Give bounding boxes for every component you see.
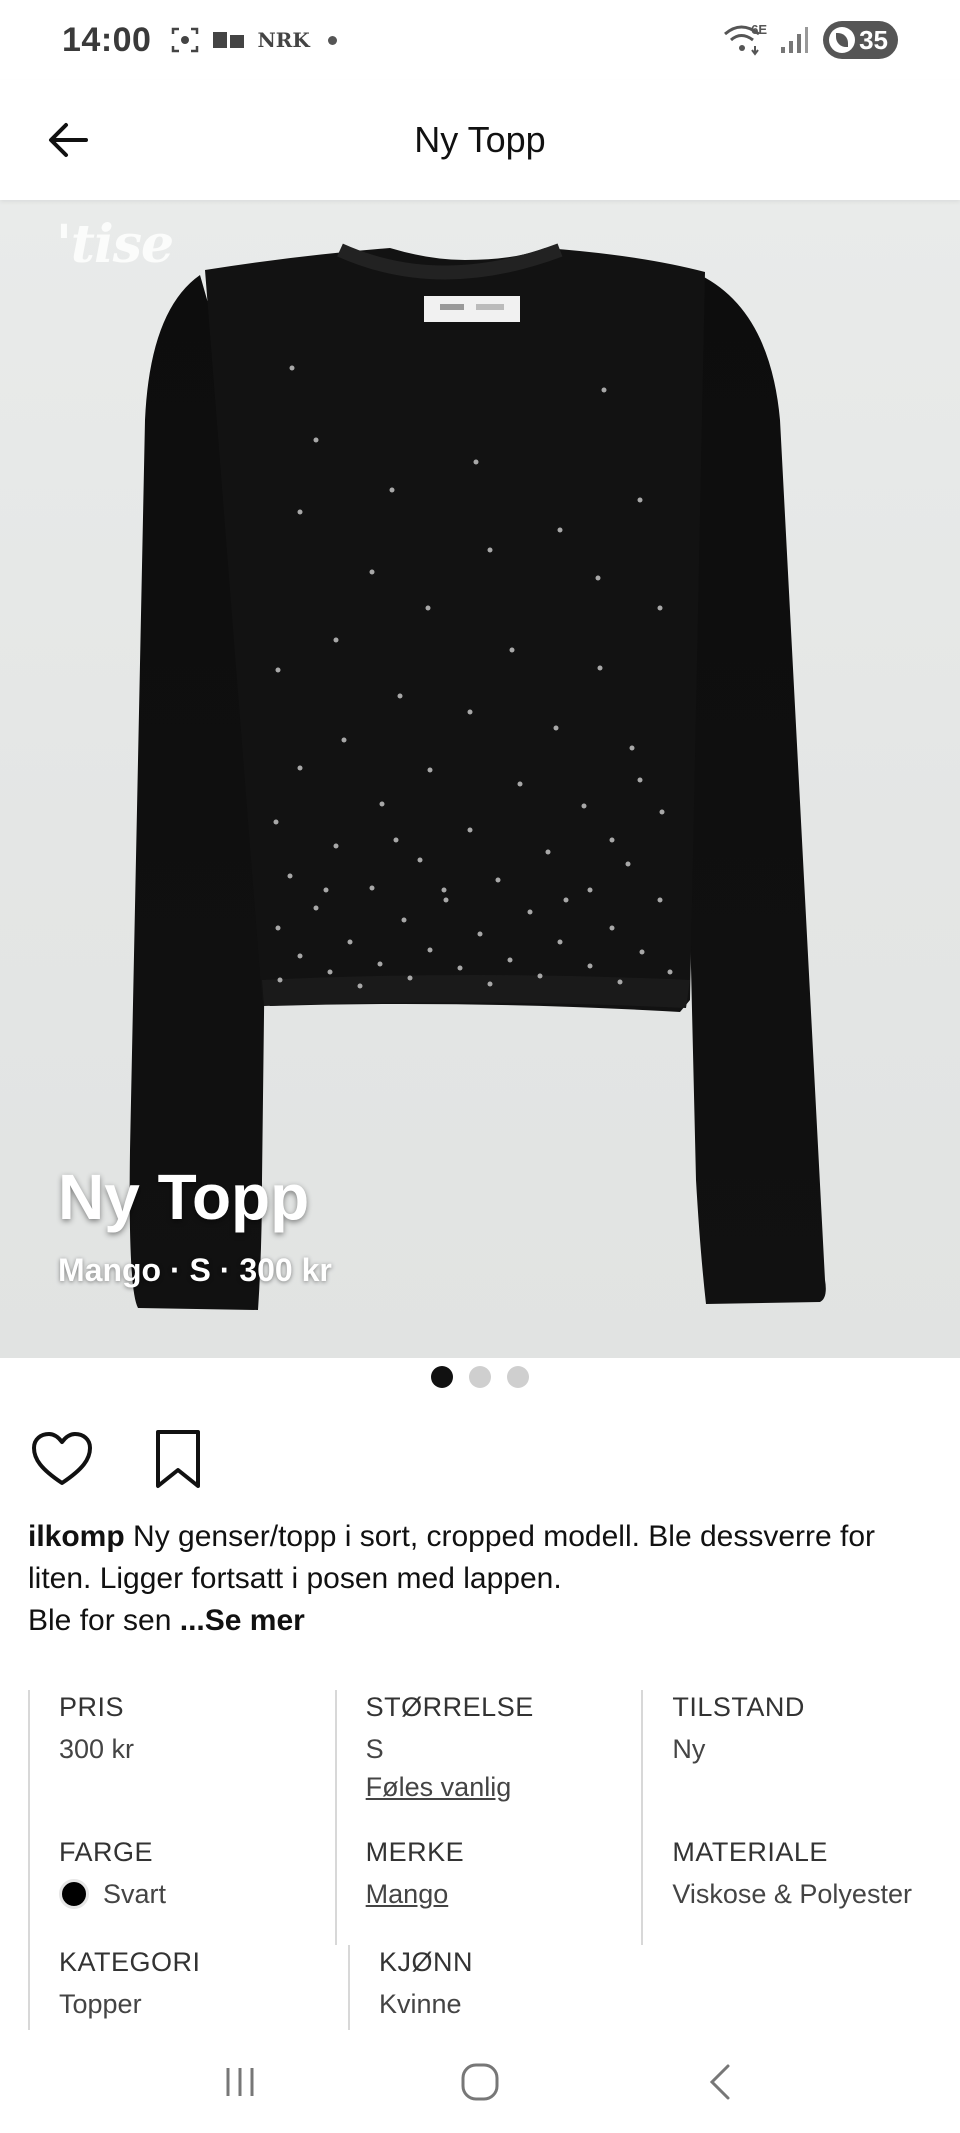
carousel-indicator (0, 1366, 960, 1388)
system-back-button[interactable] (680, 2042, 760, 2122)
detail-value: Kvinne (379, 1989, 462, 2019)
status-bar: 14:00 NRK 6E 35 (0, 0, 960, 80)
detail-value: Viskose & Polyester (672, 1879, 912, 1909)
signal-icon (781, 27, 809, 53)
brand-link[interactable]: Mango (366, 1877, 642, 1911)
home-button[interactable] (440, 2042, 520, 2122)
back-button[interactable] (38, 110, 98, 170)
detail-price: PRIS 300 kr (28, 1690, 335, 1835)
detail-label: PRIS (59, 1692, 125, 1722)
detail-size: STØRRELSE S Føles vanlig (334, 1690, 642, 1835)
hero-subtitle: Mango · S · 300 kr (58, 1252, 332, 1288)
back-nav-icon (709, 2064, 730, 2099)
nrk-icon: NRK (257, 28, 310, 52)
detail-label: MERKE (365, 1837, 465, 1867)
details-row: PRIS 300 kr STØRRELSE S Føles vanlig TIL… (28, 1690, 948, 1835)
arrow-left-icon (49, 123, 88, 157)
detail-value: S (365, 1734, 384, 1764)
carousel-dot-3[interactable] (507, 1366, 529, 1388)
tise-watermark: 'tise (56, 214, 174, 275)
carousel-dot-2[interactable] (469, 1366, 491, 1388)
gallery-icon (213, 32, 245, 48)
battery-level: 35 (859, 24, 888, 55)
detail-value: Svart (59, 1877, 335, 1911)
description-text-line2: Ble for sen (28, 1604, 180, 1637)
recent-apps-icon (226, 2067, 254, 2096)
save-button[interactable] (144, 1425, 212, 1493)
detail-label: STØRRELSE (365, 1692, 534, 1722)
detail-value: 300 kr (59, 1734, 135, 1764)
detail-value: Topper (59, 1989, 142, 2019)
top-app-bar: Ny Topp (0, 80, 960, 200)
item-details: PRIS 300 kr STØRRELSE S Føles vanlig TIL… (28, 1690, 948, 2035)
dot-icon (327, 35, 337, 45)
battery-indicator: 35 (823, 21, 898, 59)
product-image-carousel[interactable]: 'tise Ny Topp Mango · S · 300 kr (0, 200, 960, 1358)
seller-username[interactable]: ilkomp (28, 1520, 125, 1553)
detail-label: KJØNN (379, 1947, 474, 1977)
detail-label: FARGE (59, 1837, 154, 1867)
carousel-dot-1[interactable] (431, 1366, 453, 1388)
detail-category: KATEGORI Topper (28, 1945, 348, 2035)
home-icon (461, 2063, 499, 2100)
like-button[interactable] (28, 1425, 96, 1493)
description-text: Ny genser/topp i sort, cropped modell. B… (28, 1520, 876, 1595)
detail-brand: MERKE Mango (334, 1835, 642, 1945)
detail-label: MATERIALE (672, 1837, 828, 1867)
detail-label: TILSTAND (672, 1692, 805, 1722)
screenshot-icon (172, 27, 199, 53)
bookmark-icon (156, 1430, 200, 1488)
page-title: Ny Topp (414, 119, 546, 160)
color-swatch (59, 1878, 89, 1909)
system-nav-bar (0, 2030, 960, 2133)
recent-apps-button[interactable] (200, 2042, 280, 2122)
details-row: FARGE Svart MERKE Mango MATERIALE Viskos… (28, 1835, 948, 1945)
status-left-icons: NRK (169, 24, 337, 56)
detail-color: FARGE Svart (28, 1835, 335, 1945)
hero-title: Ny Topp (58, 1161, 310, 1233)
detail-label: KATEGORI (59, 1947, 201, 1977)
color-name: Svart (103, 1879, 167, 1909)
details-row: KATEGORI Topper KJØNN Kvinne (28, 1945, 948, 2035)
heart-icon (32, 1432, 92, 1485)
detail-material: MATERIALE Viskose & Polyester (641, 1835, 948, 1945)
detail-gender: KJØNN Kvinne (348, 1945, 668, 2035)
battery-saver-icon (829, 27, 856, 53)
detail-value: Ny (672, 1734, 706, 1764)
status-time: 14:00 (62, 20, 152, 59)
post-actions (28, 1425, 212, 1493)
detail-condition: TILSTAND Ny (641, 1690, 948, 1835)
size-fit-link[interactable]: Føles vanlig (366, 1770, 642, 1804)
wifi-icon: 6E (721, 22, 767, 58)
status-right-icons: 6E 35 (721, 21, 898, 59)
item-description: ilkomp Ny genser/topp i sort, cropped mo… (28, 1516, 938, 1642)
see-more-link[interactable]: ...Se mer (180, 1604, 305, 1637)
